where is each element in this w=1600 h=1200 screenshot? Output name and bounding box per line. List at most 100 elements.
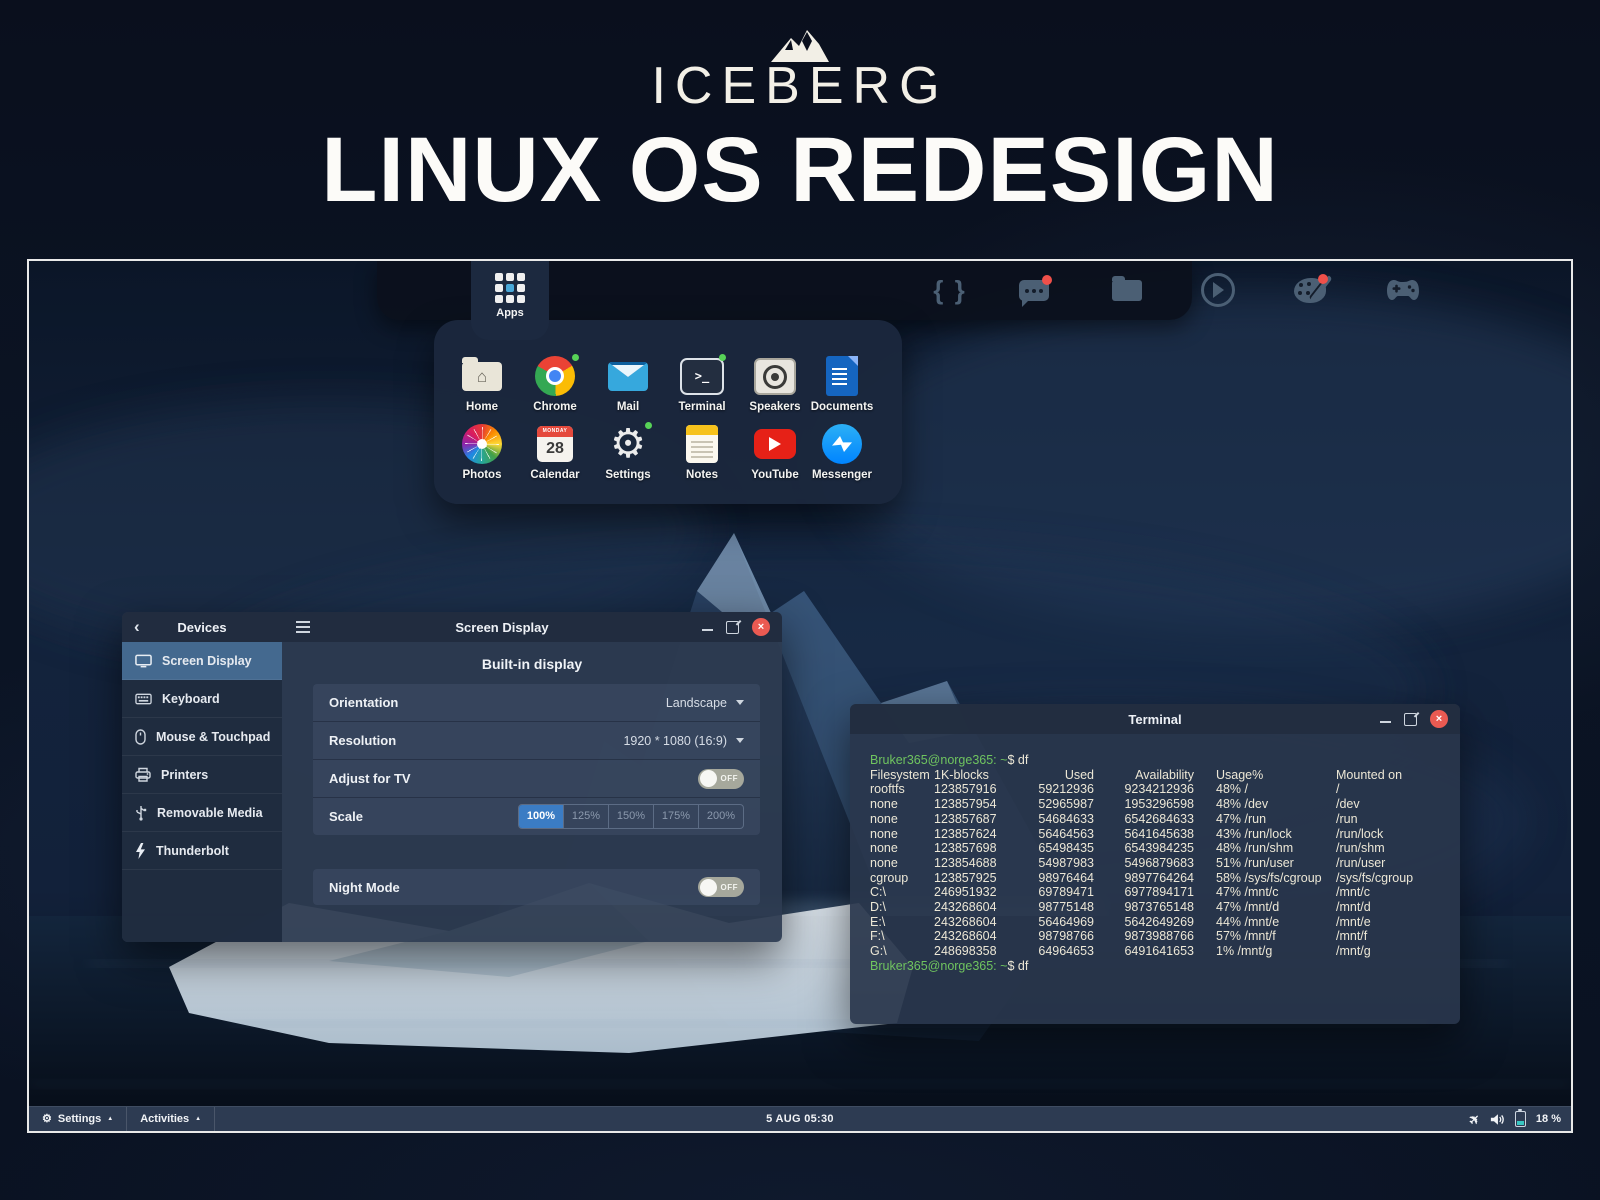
hero-header: ICEBERG LINUX OS REDESIGN (0, 26, 1600, 223)
taskbar-clock[interactable]: 5 AUG 05:30 (766, 1113, 834, 1125)
app-speakers[interactable]: Speakers (738, 354, 812, 413)
scale-option-150[interactable]: 150% (608, 805, 653, 828)
app-messenger[interactable]: Messenger (805, 422, 879, 481)
document-icon (826, 356, 858, 396)
volume-icon[interactable] (1490, 1113, 1505, 1126)
notification-badge (1318, 274, 1328, 284)
running-dot (572, 354, 579, 361)
df-row: D:\243268604 987751489873765148 47% /mnt… (870, 900, 1440, 915)
battery-icon[interactable] (1515, 1111, 1526, 1127)
taskbar: ⚙ Settings ▲ Activities ▲ 5 AUG 05:30 ✈ … (29, 1106, 1571, 1131)
code-app-icon[interactable]: { } (930, 271, 970, 309)
df-row: none123857698 654984356543984235 48% /ru… (870, 841, 1440, 856)
close-button[interactable]: × (752, 618, 770, 636)
arrow-up-icon: ▲ (107, 1116, 113, 1122)
notes-icon (686, 425, 718, 463)
code-icon: { } (933, 275, 966, 306)
usb-icon (135, 805, 147, 821)
df-row: C:\246951932 697894716977894171 47% /mnt… (870, 885, 1440, 900)
dock-apps-tab[interactable]: Apps (471, 261, 549, 340)
popout-button[interactable] (1404, 713, 1417, 726)
terminal-output: Bruker365@norge365: ~$ df Filesystem1K-b… (850, 734, 1460, 974)
scale-segmented-control: 100% 125% 150% 175% 200% (518, 804, 744, 829)
battery-percentage: 18 % (1536, 1113, 1561, 1125)
df-row: none123854688 549879835496879683 51% /ru… (870, 856, 1440, 871)
chrome-icon (535, 356, 575, 396)
settings-sidebar: Screen Display Keyboard Mouse & Touchpad (122, 642, 282, 942)
messages-app-icon[interactable] (1014, 271, 1054, 309)
section-heading: Built-in display (282, 656, 782, 672)
scale-option-125[interactable]: 125% (563, 805, 608, 828)
window-title: Terminal (850, 712, 1460, 727)
app-settings[interactable]: ⚙ Settings (591, 422, 665, 481)
taskbar-settings-button[interactable]: ⚙ Settings ▲ (29, 1107, 127, 1131)
settings-window: ‹ Devices Screen Display × Screen Displa… (122, 612, 782, 942)
app-chrome[interactable]: Chrome (518, 354, 592, 413)
toggle-knob (700, 770, 717, 787)
night-mode-card: Night Mode OFF (313, 869, 760, 905)
settings-titlebar[interactable]: ‹ Devices Screen Display × (122, 612, 782, 642)
games-app-icon[interactable] (1383, 271, 1423, 309)
sidebar-item-thunderbolt[interactable]: Thunderbolt (122, 832, 282, 870)
arrow-up-icon: ▲ (195, 1116, 201, 1122)
speaker-icon (754, 358, 796, 395)
sidebar-item-mouse-touchpad[interactable]: Mouse & Touchpad (122, 718, 282, 756)
minimize-button[interactable] (702, 629, 713, 631)
taskbar-status-area: ✈ 18 % (1469, 1111, 1571, 1127)
app-grid-icon (495, 273, 525, 303)
messenger-icon (822, 424, 862, 464)
sidebar-item-screen-display[interactable]: Screen Display (122, 642, 282, 680)
night-mode-toggle[interactable]: OFF (698, 877, 744, 897)
home-folder-icon: ⌂ (462, 362, 502, 391)
dropdown-arrow-icon (736, 738, 744, 743)
taskbar-activities-button[interactable]: Activities ▲ (127, 1107, 215, 1131)
popout-button[interactable] (726, 621, 739, 634)
adjust-tv-toggle[interactable]: OFF (698, 769, 744, 789)
dropdown-arrow-icon (736, 700, 744, 705)
play-circle-icon (1201, 273, 1235, 307)
photos-icon (462, 424, 502, 464)
df-header-row: Filesystem1K-blocks UsedAvailability Usa… (870, 768, 1440, 783)
close-button[interactable]: × (1430, 710, 1448, 728)
app-youtube[interactable]: YouTube (738, 422, 812, 481)
window-title: Screen Display (282, 620, 722, 635)
terminal-titlebar[interactable]: Terminal × (850, 704, 1460, 734)
airplane-mode-icon[interactable]: ✈ (1466, 1111, 1483, 1128)
running-dot (719, 354, 726, 361)
app-calendar[interactable]: MONDAY 28 Calendar (518, 422, 592, 481)
sidebar-item-removable-media[interactable]: Removable Media (122, 794, 282, 832)
prompt-line: Bruker365@norge365: ~$ df (870, 753, 1440, 768)
orientation-value[interactable]: Landscape (666, 696, 727, 710)
scale-option-200[interactable]: 200% (698, 805, 743, 828)
monitor-icon (135, 654, 152, 668)
theme-app-icon[interactable] (1290, 271, 1330, 309)
scale-option-100[interactable]: 100% (519, 805, 563, 828)
sidebar-item-printers[interactable]: Printers (122, 756, 282, 794)
scale-option-175[interactable]: 175% (653, 805, 698, 828)
keyboard-icon (135, 693, 152, 705)
media-player-app-icon[interactable] (1198, 271, 1238, 309)
terminal-icon: >_ (680, 358, 724, 395)
app-documents[interactable]: Documents (805, 354, 879, 413)
gamepad-icon (1386, 279, 1420, 301)
sidebar-item-keyboard[interactable]: Keyboard (122, 680, 282, 718)
df-row: none123857954 529659871953296598 48% /de… (870, 797, 1440, 812)
resolution-value[interactable]: 1920 * 1080 (16:9) (623, 734, 727, 748)
display-settings-card: Orientation Landscape Resolution 1920 * … (313, 684, 760, 835)
folder-icon (1112, 280, 1142, 301)
page-title: LINUX OS REDESIGN (0, 118, 1600, 223)
files-app-icon[interactable] (1107, 271, 1147, 309)
df-row: none123857624 564645635641645638 43% /ru… (870, 827, 1440, 842)
resolution-row[interactable]: Resolution 1920 * 1080 (16:9) (313, 722, 760, 760)
df-row: rooftfs123857916 592129369234212936 48% … (870, 782, 1440, 797)
orientation-row[interactable]: Orientation Landscape (313, 684, 760, 722)
app-notes[interactable]: Notes (665, 422, 739, 481)
app-photos[interactable]: Photos (445, 422, 519, 481)
app-terminal[interactable]: >_ Terminal (665, 354, 739, 413)
app-home[interactable]: ⌂ Home (445, 354, 519, 413)
brand-title: ICEBERG (0, 56, 1600, 116)
running-dot (645, 422, 652, 429)
df-row: G:\248698358 649646536491641653 1% /mnt/… (870, 944, 1440, 959)
minimize-button[interactable] (1380, 721, 1391, 723)
app-mail[interactable]: Mail (591, 354, 665, 413)
